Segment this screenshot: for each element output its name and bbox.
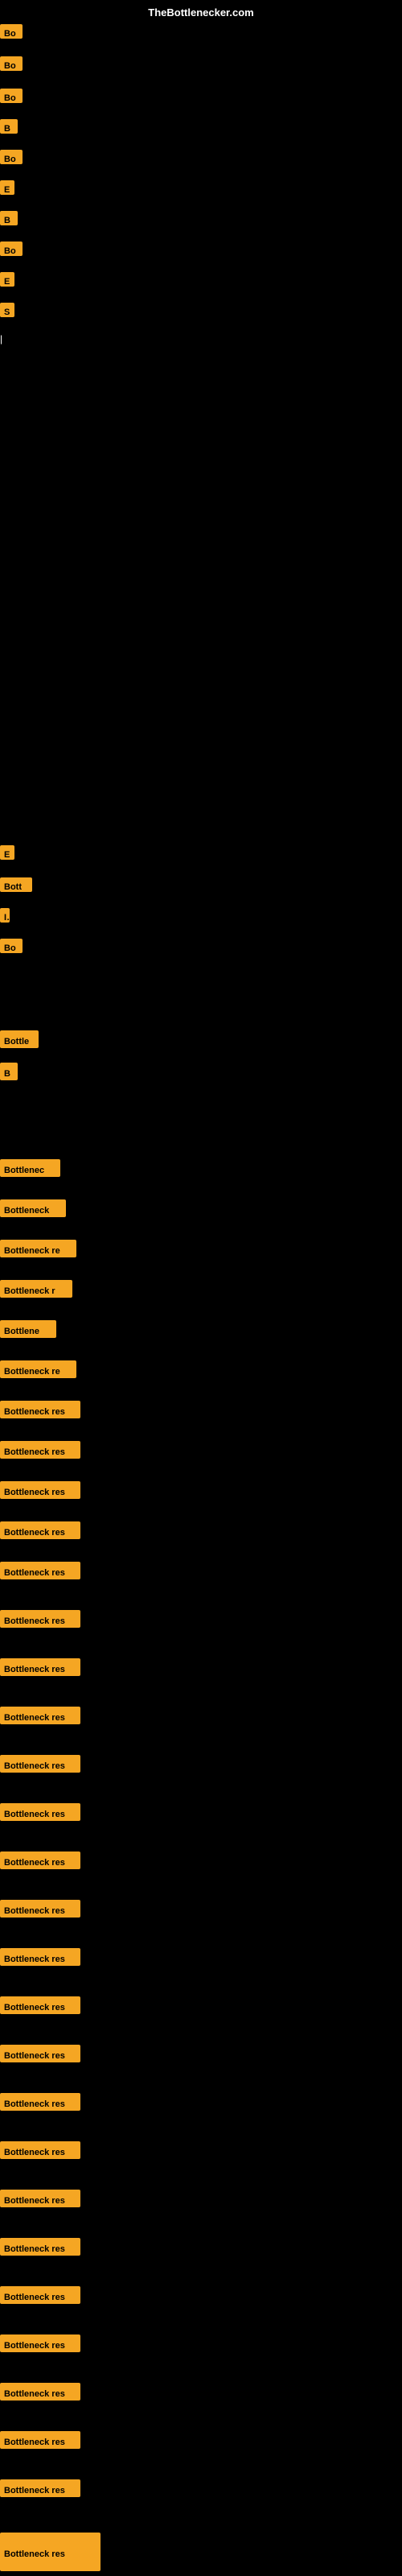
nav-button-btn24[interactable]: Bottleneck res [0,1441,80,1459]
nav-button-btn15[interactable]: Bottle [0,1030,39,1048]
nav-button-btn6[interactable]: E [0,180,14,195]
nav-button-btn8[interactable]: Bo [0,242,23,256]
nav-button-btn39[interactable]: Bottleneck res [0,2141,80,2159]
nav-button-btn14[interactable]: Bo [0,939,23,953]
nav-button-btn12[interactable]: Bott [0,877,32,892]
nav-button-btn20[interactable]: Bottleneck r [0,1280,72,1298]
nav-button-btn36[interactable]: Bottleneck res [0,1996,80,2014]
nav-button-btn40[interactable]: Bottleneck res [0,2190,80,2207]
nav-button-btn35[interactable]: Bottleneck res [0,1948,80,1966]
nav-button-btn34[interactable]: Bottleneck res [0,1900,80,1918]
nav-button-btn43[interactable]: Bottleneck res [0,2334,80,2352]
nav-button-btn45[interactable]: Bottleneck res [0,2431,80,2449]
nav-button-btn33[interactable]: Bottleneck res [0,1852,80,1869]
nav-button-btn23[interactable]: Bottleneck res [0,1401,80,1418]
nav-button-btn2[interactable]: Bo [0,56,23,71]
nav-button-btn38[interactable]: Bottleneck res [0,2093,80,2111]
nav-button-btn19[interactable]: Bottleneck re [0,1240,76,1257]
nav-button-btn3[interactable]: Bo [0,89,23,103]
nav-button-btn10[interactable]: S [0,303,14,317]
nav-button-btn25[interactable]: Bottleneck res [0,1481,80,1499]
nav-button-btn16[interactable]: B [0,1063,18,1080]
nav-button-btn4[interactable]: B [0,119,18,134]
nav-button-btn18[interactable]: Bottleneck [0,1199,66,1217]
nav-button-btn9[interactable]: E [0,272,14,287]
nav-button-btn7[interactable]: B [0,211,18,225]
nav-button-btn41[interactable]: Bottleneck res [0,2238,80,2256]
nav-button-btn42[interactable]: Bottleneck res [0,2286,80,2304]
nav-button-btn1[interactable]: Bo [0,24,23,39]
nav-button-btn27[interactable]: Bottleneck res [0,1562,80,1579]
nav-button-btn21[interactable]: Bottlene [0,1320,56,1338]
nav-button-btn5[interactable]: Bo [0,150,23,164]
nav-button-btn22[interactable]: Bottleneck re [0,1360,76,1378]
nav-button-btn44[interactable]: Bottleneck res [0,2383,80,2401]
nav-button-btn47[interactable]: Bottleneck res [0,2533,100,2571]
nav-button-btn46[interactable]: Bottleneck res [0,2479,80,2497]
nav-button-btn13[interactable]: I [0,908,10,923]
nav-button-btn11[interactable]: E [0,845,14,860]
nav-button-btn30[interactable]: Bottleneck res [0,1707,80,1724]
nav-button-btn31[interactable]: Bottleneck res [0,1755,80,1773]
tick-mark: | [0,333,2,345]
site-title: TheBottlenecker.com [148,6,254,19]
nav-button-btn28[interactable]: Bottleneck res [0,1610,80,1628]
nav-button-btn37[interactable]: Bottleneck res [0,2045,80,2062]
nav-button-btn32[interactable]: Bottleneck res [0,1803,80,1821]
nav-button-btn26[interactable]: Bottleneck res [0,1521,80,1539]
nav-button-btn29[interactable]: Bottleneck res [0,1658,80,1676]
nav-button-btn17[interactable]: Bottlenec [0,1159,60,1177]
